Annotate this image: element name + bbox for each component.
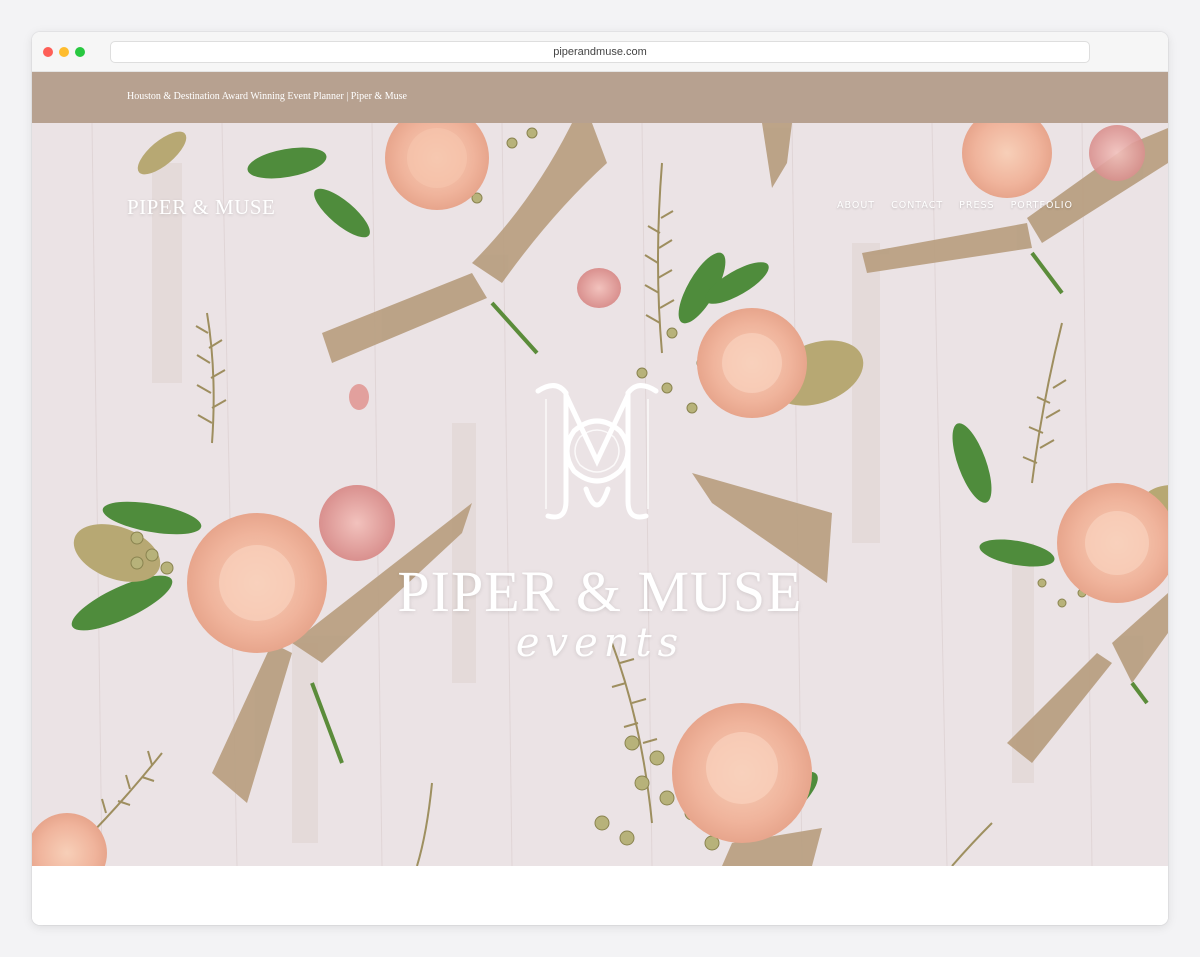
browser-window: piperandmuse.com Houston & Destination A… [32,32,1168,925]
site-logo-text[interactable]: PIPER & MUSE [127,195,275,220]
nav-portfolio[interactable]: PORTFOLIO [1011,200,1073,211]
hero-section: PIPER & MUSE ABOUT CONTACT PRESS PORTFOL… [32,123,1168,866]
nav-press[interactable]: PRESS [959,200,994,211]
site-tagline: Houston & Destination Award Winning Even… [127,91,407,102]
minimize-window-button[interactable] [59,47,69,57]
hero-subtitle: events [515,620,685,666]
site-top-bar: Houston & Destination Award Winning Even… [32,72,1168,123]
page-below-hero [32,866,1168,925]
browser-chrome: piperandmuse.com [32,32,1168,72]
nav-contact[interactable]: CONTACT [891,200,943,211]
maximize-window-button[interactable] [75,47,85,57]
close-window-button[interactable] [43,47,53,57]
hero-title: PIPER & MUSE [397,559,803,624]
nav-about[interactable]: ABOUT [837,200,875,211]
pm-monogram-icon [535,383,659,520]
address-bar[interactable]: piperandmuse.com [110,41,1090,63]
main-navigation: ABOUT CONTACT PRESS PORTFOLIO [837,200,1073,211]
